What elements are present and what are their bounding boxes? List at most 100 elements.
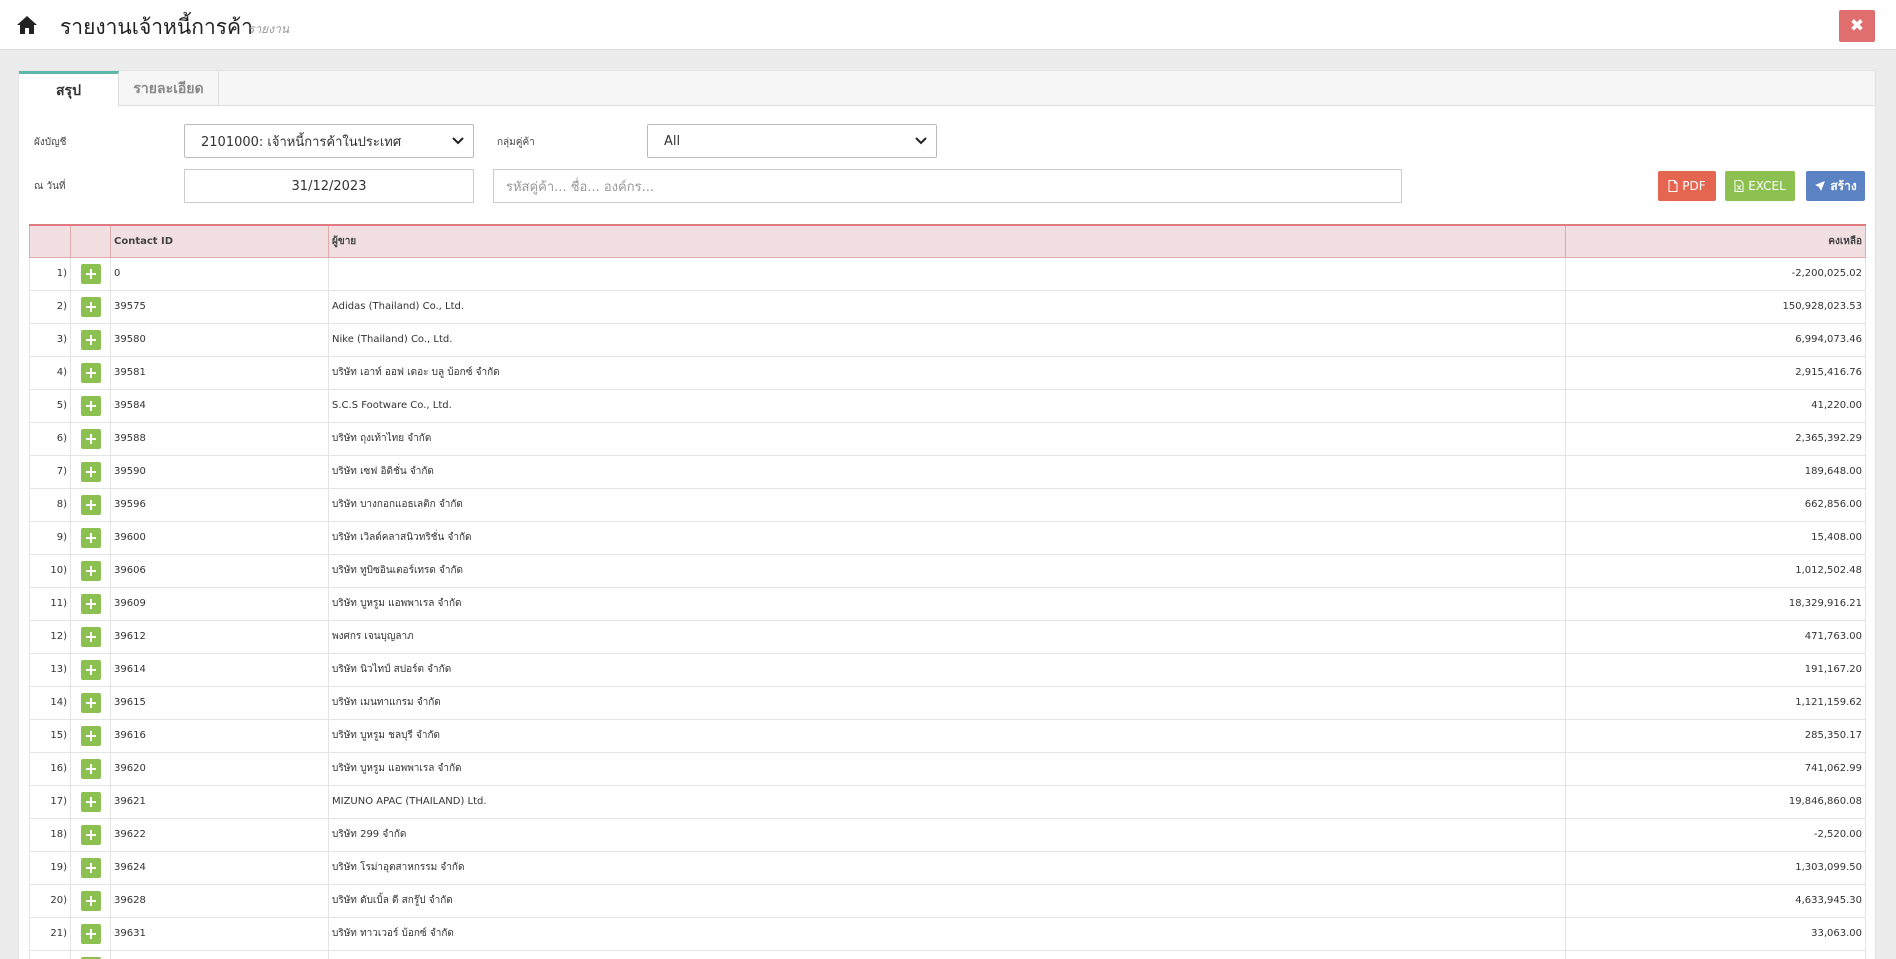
table-row[interactable]: 14) 39615 บริษัท เมนทาแกรม จำกัด 1,121,159.… [29,685,1866,720]
expand-cell [70,586,111,621]
balance-cell: 6,994,073.46 [1565,322,1866,357]
create-button[interactable]: สร้าง [1806,171,1865,201]
expand-plus-icon[interactable] [80,593,101,614]
contact-id-cell [110,949,329,959]
balance-cell: -2,200,025.02 [1565,256,1866,291]
expand-plus-icon[interactable] [80,890,101,911]
table-row[interactable] [29,949,1866,959]
expand-cell [70,652,111,687]
vendor-name-cell: บริษัท เมนทาแกรม จำกัด [328,685,1566,720]
row-index: 3) [29,322,71,357]
excel-button[interactable]: EXCEL [1725,171,1795,201]
contact-id-cell: 39620 [110,751,329,786]
table-row[interactable]: 13) 39614 บริษัท นิวไทป์ สปอร์ต จำกัด 191,1… [29,652,1866,687]
row-index: 13) [29,652,71,687]
expand-plus-icon[interactable] [80,527,101,548]
expand-plus-icon[interactable] [80,758,101,779]
expand-plus-icon[interactable] [80,824,101,845]
expand-plus-icon[interactable] [80,626,101,647]
row-index: 11) [29,586,71,621]
expand-plus-icon[interactable] [80,923,101,944]
table-row[interactable]: 2) 39575 Adidas (Thailand) Co., Ltd. 150,92… [29,289,1866,324]
table-row[interactable]: 6) 39588 บริษัท ถุงเท้าไทย จำกัด 2,365,392.… [29,421,1866,456]
contact-id-cell: 39588 [110,421,329,456]
balance-cell: 1,303,099.50 [1565,850,1866,885]
table-row[interactable]: 1) 0 -2,200,025.02 [29,256,1866,291]
col-index-header [29,224,71,258]
col-vendor-header[interactable]: ผู้ขาย [328,224,1566,258]
expand-cell [70,817,111,852]
vendor-name-cell [328,949,1566,959]
search-input[interactable]: รหัสคู่ค้า... ชื่อ... องค์กร... [493,169,1402,203]
tab-summary[interactable]: สรุป [19,71,119,107]
account-select[interactable]: 2101000: เจ้าหนี้การค้าในประเทศ [184,124,474,158]
contact-id-cell: 39600 [110,520,329,555]
table-row[interactable]: 21) 39631 บริษัท ทาวเวอร์ บ้อกซ์ จำกัด 33,0… [29,916,1866,951]
expand-plus-icon[interactable] [80,857,101,878]
contact-id-cell: 39622 [110,817,329,852]
contact-id-cell: 39584 [110,388,329,423]
vendor-name-cell: บริษัท โรม่าอุตสาหกรรม จำกัด [328,850,1566,885]
contact-id-cell: 39580 [110,322,329,357]
contact-id-cell: 39624 [110,850,329,885]
contact-id-cell: 39609 [110,586,329,621]
account-select-value: 2101000: เจ้าหนี้การค้าในประเทศ [201,134,402,150]
close-button[interactable]: ✖ [1839,10,1875,42]
expand-plus-icon[interactable] [80,362,101,383]
tab-details[interactable]: รายละเอียด [119,71,219,106]
table-row[interactable]: 5) 39584 S.C.S Footware Co., Ltd. 41,220.00 [29,388,1866,423]
expand-plus-icon[interactable] [80,296,101,317]
table-row[interactable]: 11) 39609 บริษัท บูหรูม แอพพาเรล จำกัด 18,3… [29,586,1866,621]
expand-plus-icon[interactable] [80,560,101,581]
expand-cell [70,454,111,489]
table-row[interactable]: 4) 39581 บริษัท เอาท์ ออฟ เดอะ บลู บ้อกซ์ … [29,355,1866,390]
contact-id-cell: 39628 [110,883,329,918]
expand-plus-icon[interactable] [80,461,101,482]
vendor-name-cell: บริษัท ถุงเท้าไทย จำกัด [328,421,1566,456]
expand-plus-icon[interactable] [80,659,101,680]
table-row[interactable]: 10) 39606 บริษัท ทูบิซอินเตอร์เทรด จำกัด 1,… [29,553,1866,588]
table-row[interactable]: 18) 39622 บริษัท 299 จำกัด -2,520.00 [29,817,1866,852]
balance-cell [1565,949,1866,959]
expand-plus-icon[interactable] [80,395,101,416]
table-row[interactable]: 17) 39621 MIZUNO APAC (THAILAND) Ltd. 19,84… [29,784,1866,819]
expand-cell [70,487,111,522]
vendor-name-cell: บริษัท เวิลด์คลาสนิวทริชั่น จำกัด [328,520,1566,555]
row-index: 12) [29,619,71,654]
contact-id-cell: 39631 [110,916,329,951]
close-icon: ✖ [1849,15,1865,36]
expand-plus-icon[interactable] [80,263,101,284]
vendor-name-cell: บริษัท 299 จำกัด [328,817,1566,852]
expand-plus-icon[interactable] [80,791,101,812]
table-row[interactable]: 12) 39612 พงศกร เจนบุญลาภ 471,763.00 [29,619,1866,654]
pdf-button-label: PDF [1682,179,1706,193]
col-balance-header[interactable]: คงเหลือ [1565,224,1866,258]
table-row[interactable]: 8) 39596 บริษัท บางกอกแอธเลติก จำกัด 662,85… [29,487,1866,522]
pdf-button[interactable]: PDF [1658,171,1716,201]
home-icon[interactable] [16,15,38,35]
balance-cell: 19,846,860.08 [1565,784,1866,819]
group-select[interactable]: All [647,124,937,158]
table-row[interactable]: 20) 39628 บริษัท ดับเบิ้ล ดี สกรู๊ป จำกัด 4… [29,883,1866,918]
vendor-name-cell: บริษัท ทาวเวอร์ บ้อกซ์ จำกัด [328,916,1566,951]
expand-cell [70,751,111,786]
date-input[interactable]: 31/12/2023 [184,169,474,203]
expand-plus-icon[interactable] [80,329,101,350]
table-row[interactable]: 3) 39580 Nike (Thailand) Co., Ltd. 6,994,07… [29,322,1866,357]
expand-cell [70,388,111,423]
table-row[interactable]: 16) 39620 บริษัท บูหรูม แอพพาเรล จำกัด 741,… [29,751,1866,786]
expand-cell [70,289,111,324]
vendor-name-cell: บริษัท นิวไทป์ สปอร์ต จำกัด [328,652,1566,687]
expand-plus-icon[interactable] [80,692,101,713]
expand-plus-icon[interactable] [80,428,101,449]
expand-cell [70,322,111,357]
vendor-name-cell: บริษัท บูหรูม แอพพาเรล จำกัด [328,586,1566,621]
expand-plus-icon[interactable] [80,494,101,515]
expand-plus-icon[interactable] [80,725,101,746]
table-row[interactable]: 7) 39590 บริษัท เซฟ อิดิชั่น จำกัด 189,648.… [29,454,1866,489]
table-row[interactable]: 15) 39616 บริษัท บูหรูม ชลบุรี จำกัด 285,35… [29,718,1866,753]
vendor-name-cell: Adidas (Thailand) Co., Ltd. [328,289,1566,324]
col-contact-id-header[interactable]: Contact ID [110,224,329,258]
table-row[interactable]: 19) 39624 บริษัท โรม่าอุตสาหกรรม จำกัด 1,30… [29,850,1866,885]
table-row[interactable]: 9) 39600 บริษัท เวิลด์คลาสนิวทริชั่น จำกัด… [29,520,1866,555]
